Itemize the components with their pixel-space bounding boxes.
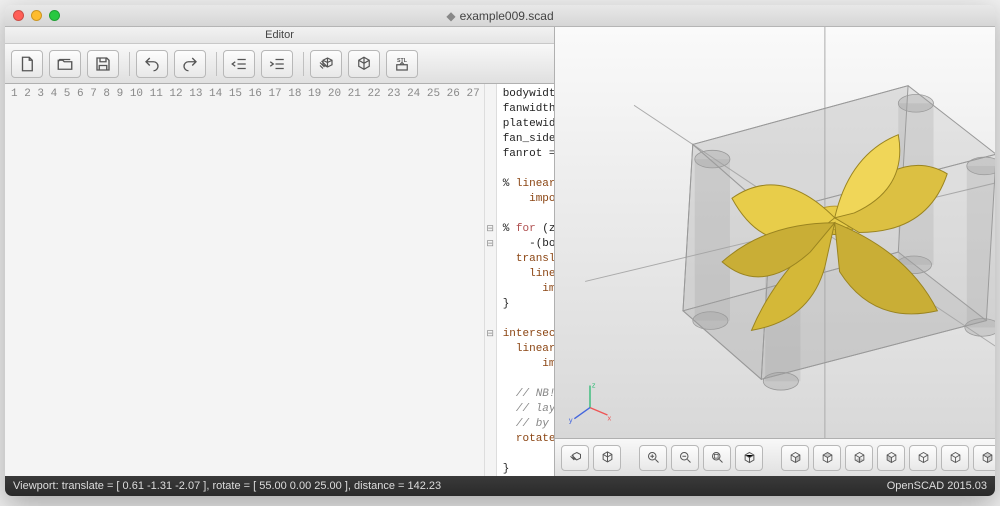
- render-icon: [355, 55, 373, 73]
- window-title: ◆example009.scad: [5, 9, 995, 23]
- viewer-toolbar: [555, 438, 995, 476]
- undo-button[interactable]: [136, 50, 168, 78]
- open-button[interactable]: [49, 50, 81, 78]
- view-right-button[interactable]: [781, 445, 809, 471]
- cube-back-icon: [948, 450, 963, 465]
- view-front-button[interactable]: [909, 445, 937, 471]
- cube-left-icon: [884, 450, 899, 465]
- cube-diag-icon: [980, 450, 995, 465]
- zoom-in-icon: [646, 450, 661, 465]
- viewport-status: Viewport: translate = [ 0.61 -1.31 -2.07…: [13, 480, 441, 492]
- redo-icon: [181, 55, 199, 73]
- indent-icon: [268, 55, 286, 73]
- window-controls: [13, 10, 60, 21]
- axis-x-label: x: [607, 413, 611, 422]
- zoom-fit-icon: [710, 450, 725, 465]
- export-stl-button[interactable]: STL: [386, 50, 418, 78]
- reset-view-button[interactable]: [735, 445, 763, 471]
- cube-front-icon: [916, 450, 931, 465]
- minimize-window-button[interactable]: [31, 10, 42, 21]
- unindent-button[interactable]: [223, 50, 255, 78]
- zoom-out-icon: [678, 450, 693, 465]
- render-button[interactable]: [348, 50, 380, 78]
- main-content: Editor: [5, 27, 995, 476]
- axis-z-label: z: [592, 380, 596, 389]
- fold-gutter: ⊟⊟⊟: [485, 84, 497, 476]
- preview-icon: [317, 55, 335, 73]
- zoom-in-button[interactable]: [639, 445, 667, 471]
- close-window-button[interactable]: [13, 10, 24, 21]
- preview-icon: [568, 450, 583, 465]
- view-top-button[interactable]: [813, 445, 841, 471]
- titlebar: ◆example009.scad: [5, 5, 995, 27]
- stl-icon: STL: [393, 55, 411, 73]
- editor-pane: Editor: [5, 27, 555, 476]
- view-diagonal-button[interactable]: [973, 445, 995, 471]
- axis-y-label: y: [569, 415, 573, 424]
- editor-toolbar: STL: [5, 44, 554, 84]
- cube-top-icon: [820, 450, 835, 465]
- render-icon: [600, 450, 615, 465]
- view-left-button[interactable]: [877, 445, 905, 471]
- new-icon: [18, 55, 36, 73]
- undo-icon: [143, 55, 161, 73]
- code-content[interactable]: bodywidth = dxf_dim(file = "example009.d…: [497, 84, 554, 476]
- indent-button[interactable]: [261, 50, 293, 78]
- preview-button[interactable]: [310, 50, 342, 78]
- zoom-out-button[interactable]: [671, 445, 699, 471]
- viewer-render-button[interactable]: [593, 445, 621, 471]
- save-icon: [94, 55, 112, 73]
- version-label: OpenSCAD 2015.03: [887, 480, 987, 492]
- unindent-icon: [230, 55, 248, 73]
- app-window: ◆example009.scad Editor: [5, 5, 995, 496]
- 3d-render: [555, 27, 995, 438]
- code-editor[interactable]: 1 2 3 4 5 6 7 8 9 10 11 12 13 14 15 16 1…: [5, 84, 554, 476]
- zoom-fit-button[interactable]: [703, 445, 731, 471]
- line-number-gutter: 1 2 3 4 5 6 7 8 9 10 11 12 13 14 15 16 1…: [5, 84, 485, 476]
- editor-pane-label: Editor: [5, 27, 554, 44]
- 3d-viewport[interactable]: z x y: [555, 27, 995, 438]
- save-button[interactable]: [87, 50, 119, 78]
- cube-bottom-icon: [852, 450, 867, 465]
- reset-view-icon: [742, 450, 757, 465]
- view-bottom-button[interactable]: [845, 445, 873, 471]
- new-button[interactable]: [11, 50, 43, 78]
- viewer-preview-button[interactable]: [561, 445, 589, 471]
- redo-button[interactable]: [174, 50, 206, 78]
- axis-gizmo: z x y: [567, 380, 613, 426]
- maximize-window-button[interactable]: [49, 10, 60, 21]
- cube-right-icon: [788, 450, 803, 465]
- view-back-button[interactable]: [941, 445, 969, 471]
- viewer-pane: z x y: [555, 27, 995, 476]
- open-icon: [56, 55, 74, 73]
- document-modified-icon: ◆: [446, 9, 455, 23]
- statusbar: Viewport: translate = [ 0.61 -1.31 -2.07…: [5, 476, 995, 496]
